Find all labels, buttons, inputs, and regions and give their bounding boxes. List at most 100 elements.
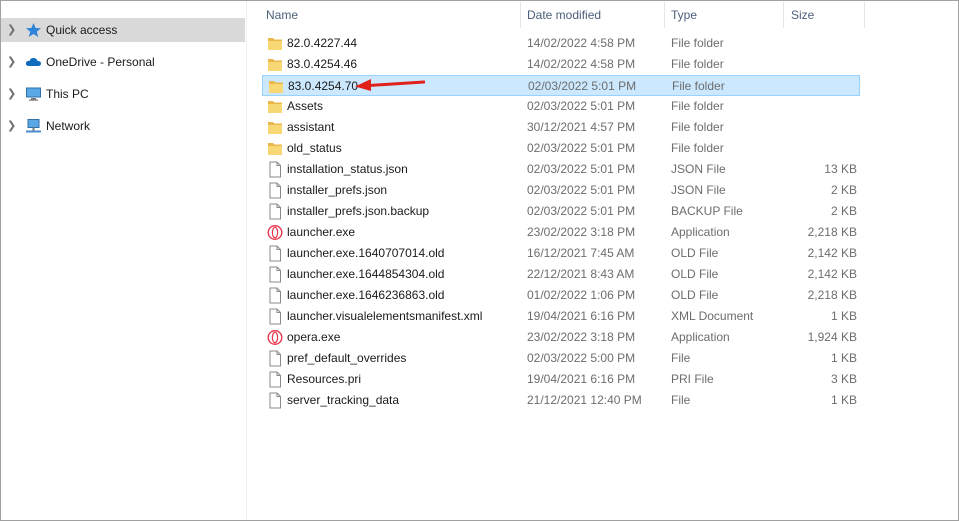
file-type: JSON File xyxy=(671,162,726,176)
file-name: installer_prefs.json xyxy=(287,183,388,197)
chevron-right-icon[interactable]: ❯ xyxy=(7,23,17,37)
file-date-modified: 02/03/2022 5:01 PM xyxy=(527,204,636,218)
file-type: OLD File xyxy=(671,246,719,260)
sort-ascending-icon: ⌃ xyxy=(634,0,642,5)
file-size: 13 KB xyxy=(824,162,857,176)
file-size: 2,218 KB xyxy=(807,288,857,302)
file-size: 2 KB xyxy=(830,204,857,218)
file-date-modified: 19/04/2021 6:16 PM xyxy=(527,372,636,386)
column-separator[interactable] xyxy=(864,2,865,28)
file-name: assistant xyxy=(287,120,335,134)
table-row[interactable]: opera.exe 23/02/2022 3:18 PM Application 1,… xyxy=(262,327,860,348)
pane-divider[interactable] xyxy=(246,1,247,520)
nav-item-this-pc[interactable]: ❯ This PC xyxy=(1,82,245,106)
column-separator[interactable] xyxy=(664,2,665,28)
file-name: opera.exe xyxy=(287,330,341,344)
table-row[interactable]: pref_default_overrides 02/03/2022 5:00 PM… xyxy=(262,348,860,369)
file-type: File folder xyxy=(671,99,724,113)
table-row[interactable]: Resources.pri 19/04/2021 6:16 PM PRI File 3… xyxy=(262,369,860,390)
file-type: Application xyxy=(671,225,730,239)
file-icon xyxy=(269,392,281,409)
column-separator[interactable] xyxy=(520,2,521,28)
table-row[interactable]: installer_prefs.json 02/03/2022 5:01 PM JS… xyxy=(262,180,860,201)
table-row[interactable]: launcher.exe.1640707014.old 16/12/2021 7:… xyxy=(262,243,860,264)
file-icon xyxy=(269,161,281,178)
file-type: OLD File xyxy=(671,267,719,281)
file-date-modified: 22/12/2021 8:43 AM xyxy=(527,267,635,281)
file-icon xyxy=(269,266,281,283)
chevron-right-icon[interactable]: ❯ xyxy=(7,119,17,133)
file-type: File folder xyxy=(671,120,724,134)
file-name: old_status xyxy=(287,141,342,155)
nav-label: Quick access xyxy=(46,23,118,37)
annotation-arrow-icon xyxy=(355,79,425,91)
nav-item-onedrive[interactable]: ❯ OneDrive - Personal xyxy=(1,50,245,74)
file-name: launcher.visualelementsmanifest.xml xyxy=(287,309,483,323)
file-icon xyxy=(269,182,281,199)
file-name: pref_default_overrides xyxy=(287,351,407,365)
file-icon xyxy=(269,308,281,325)
file-name: installation_status.json xyxy=(287,162,408,176)
column-separator[interactable] xyxy=(783,2,784,28)
folder-icon xyxy=(268,143,282,155)
file-date-modified: 02/03/2022 5:01 PM xyxy=(527,99,636,113)
file-date-modified: 14/02/2022 4:58 PM xyxy=(527,57,636,71)
column-header-size[interactable]: Size xyxy=(791,8,814,22)
file-date-modified: 02/03/2022 5:01 PM xyxy=(527,141,636,155)
nav-item-network[interactable]: ❯ Network xyxy=(1,114,245,138)
table-row[interactable]: installer_prefs.json.backup 02/03/2022 5:… xyxy=(262,201,860,222)
file-type: OLD File xyxy=(671,288,719,302)
network-icon xyxy=(26,119,41,133)
file-name: installer_prefs.json.backup xyxy=(287,204,430,218)
folder-icon xyxy=(268,122,282,134)
file-type: XML Document xyxy=(671,309,754,323)
nav-item-quick-access[interactable]: ❯ Quick access xyxy=(1,18,245,42)
column-header-date[interactable]: Date modified xyxy=(527,8,601,22)
file-date-modified: 02/03/2022 5:01 PM xyxy=(528,79,637,93)
file-size: 3 KB xyxy=(830,372,857,386)
folder-icon xyxy=(268,59,282,71)
file-size: 2,218 KB xyxy=(807,225,857,239)
file-type: File xyxy=(671,351,691,365)
table-row[interactable]: launcher.exe 23/02/2022 3:18 PM Applicatio… xyxy=(262,222,860,243)
nav-label: This PC xyxy=(46,87,89,101)
folder-icon xyxy=(269,81,283,93)
nav-label: Network xyxy=(46,119,91,133)
chevron-right-icon[interactable]: ❯ xyxy=(7,55,17,69)
file-type: JSON File xyxy=(671,183,726,197)
computer-icon xyxy=(26,87,41,101)
table-row[interactable]: launcher.visualelementsmanifest.xml 19/04… xyxy=(262,306,860,327)
table-row[interactable]: old_status 02/03/2022 5:01 PM File folder xyxy=(262,138,860,159)
file-type: File xyxy=(671,393,691,407)
opera-icon xyxy=(267,224,283,241)
file-date-modified: 21/12/2021 12:40 PM xyxy=(527,393,642,407)
file-name: launcher.exe.1646236863.old xyxy=(287,288,445,302)
file-type: File folder xyxy=(672,79,725,93)
chevron-right-icon[interactable]: ❯ xyxy=(7,87,17,101)
file-name: launcher.exe.1640707014.old xyxy=(287,246,445,260)
table-row[interactable]: installation_status.json 02/03/2022 5:01 … xyxy=(262,159,860,180)
file-date-modified: 14/02/2022 4:58 PM xyxy=(527,36,636,50)
table-row[interactable]: server_tracking_data 21/12/2021 12:40 PM F… xyxy=(262,390,860,411)
file-size: 1 KB xyxy=(830,351,857,365)
file-date-modified: 16/12/2021 7:45 AM xyxy=(527,246,635,260)
file-date-modified: 02/03/2022 5:01 PM xyxy=(527,162,636,176)
file-type: File folder xyxy=(671,36,724,50)
column-header: ⌃ Name Date modified Type Size xyxy=(248,0,958,30)
table-row[interactable]: 82.0.4227.44 14/02/2022 4:58 PM File folde… xyxy=(262,33,860,54)
file-size: 2,142 KB xyxy=(807,267,857,281)
file-date-modified: 02/03/2022 5:00 PM xyxy=(527,351,636,365)
file-name: launcher.exe.1644854304.old xyxy=(287,267,445,281)
table-row[interactable]: Assets 02/03/2022 5:01 PM File folder xyxy=(262,96,860,117)
column-header-type[interactable]: Type xyxy=(671,8,697,22)
table-row[interactable]: launcher.exe.1644854304.old 22/12/2021 8:… xyxy=(262,264,860,285)
table-row[interactable]: assistant 30/12/2021 4:57 PM File folder xyxy=(262,117,860,138)
table-row[interactable]: launcher.exe.1646236863.old 01/02/2022 1:… xyxy=(262,285,860,306)
file-type: File folder xyxy=(671,57,724,71)
cloud-icon xyxy=(25,57,41,66)
file-date-modified: 23/02/2022 3:18 PM xyxy=(527,330,636,344)
table-row[interactable]: 83.0.4254.46 14/02/2022 4:58 PM File folde… xyxy=(262,54,860,75)
column-header-name[interactable]: Name xyxy=(266,8,298,22)
table-row[interactable]: 83.0.4254.70 02/03/2022 5:01 PM File folde… xyxy=(262,75,860,96)
file-name: 83.0.4254.70 xyxy=(288,79,359,93)
